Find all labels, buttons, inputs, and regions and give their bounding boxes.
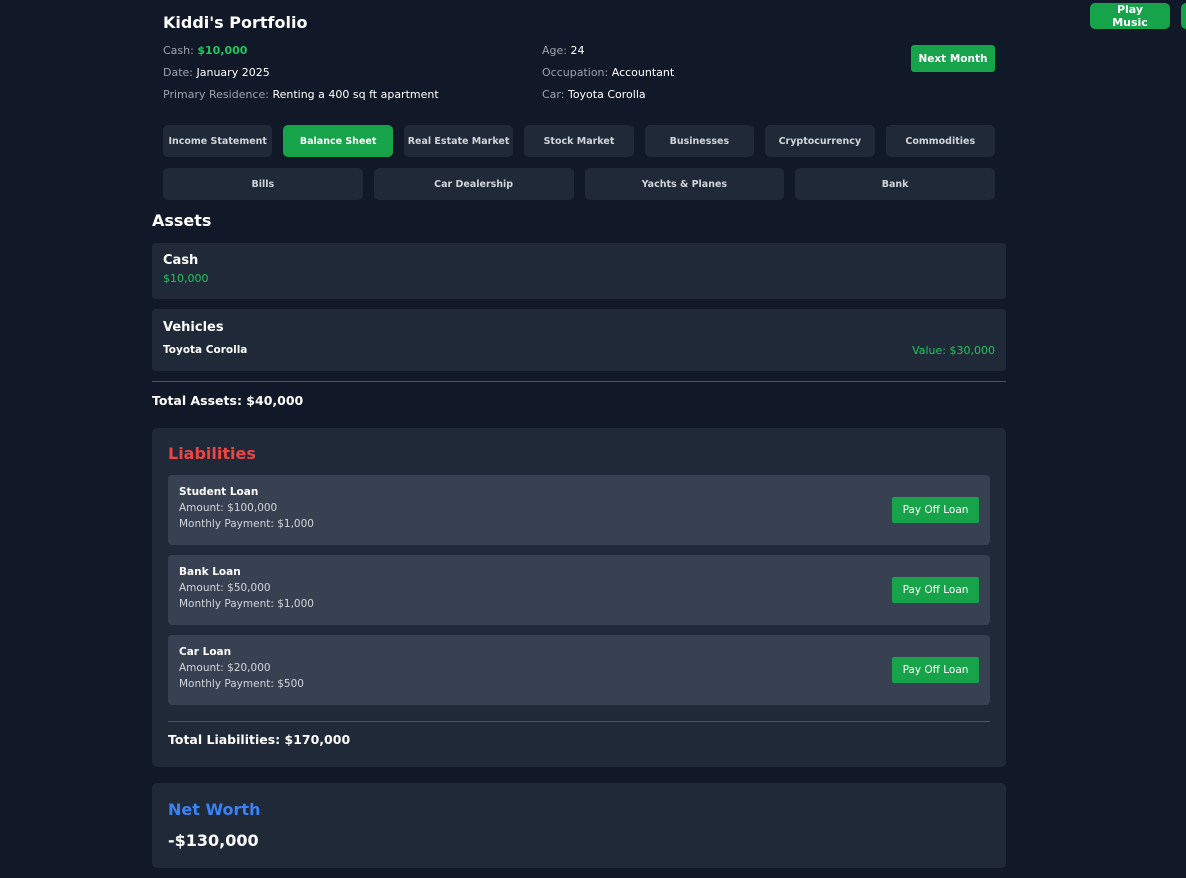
tab-income-statement[interactable]: Income Statement — [163, 125, 273, 157]
cash-card-title: Cash — [163, 253, 199, 268]
cash-card-value: $10,000 — [163, 272, 209, 285]
loan-item-car-loan: Car Loan Amount: $20,000 Monthly Payment: … — [168, 635, 990, 705]
residence-label: Primary Residence: — [163, 88, 269, 101]
loan-name: Student Loan — [179, 486, 259, 498]
loan-amount: Amount: $100,000 — [179, 502, 278, 514]
occupation-info: Occupation: Accountant — [542, 66, 674, 79]
date-label: Date: — [163, 66, 193, 79]
net-worth-value: -$130,000 — [168, 831, 259, 850]
tab-cryptocurrency[interactable]: Cryptocurrency — [765, 125, 875, 157]
date-value: January 2025 — [196, 66, 270, 79]
net-worth-card: Net Worth -$130,000 — [152, 783, 1006, 868]
cash-info: Cash: $10,000 — [163, 44, 247, 57]
vehicle-value: Value: $30,000 — [912, 344, 995, 357]
tab-bar-primary: Income Statement Balance Sheet Real Estate… — [163, 125, 995, 157]
loan-item-bank-loan: Bank Loan Amount: $50,000 Monthly Payment:… — [168, 555, 990, 625]
net-worth-title: Net Worth — [168, 800, 261, 819]
tab-businesses[interactable]: Businesses — [644, 125, 755, 157]
tab-commodities[interactable]: Commodities — [885, 125, 995, 157]
loan-monthly-payment: Monthly Payment: $500 — [179, 678, 304, 690]
pay-off-loan-button[interactable]: Pay Off Loan — [892, 577, 979, 603]
age-value: 24 — [570, 44, 585, 57]
total-assets: Total Assets: $40,000 — [152, 393, 304, 408]
loan-monthly-payment: Monthly Payment: $1,000 — [179, 598, 314, 610]
assets-title: Assets — [152, 211, 212, 230]
loan-amount: Amount: $50,000 — [179, 582, 271, 594]
date-info: Date: January 2025 — [163, 66, 270, 79]
pay-off-loan-button[interactable]: Pay Off Loan — [892, 497, 979, 523]
liabilities-divider — [168, 721, 990, 722]
occupation-value: Accountant — [611, 66, 675, 79]
vehicles-card: Vehicles Toyota Corolla Value: $30,000 — [152, 309, 1006, 371]
loan-monthly-payment: Monthly Payment: $1,000 — [179, 518, 314, 530]
tab-yachts-planes[interactable]: Yachts & Planes — [584, 168, 785, 200]
play-music-button[interactable]: Play Music — [1090, 3, 1170, 29]
cash-card: Cash $10,000 — [152, 243, 1006, 299]
residence-info: Primary Residence: Renting a 400 sq ft a… — [163, 88, 439, 101]
info-grid: Cash: $10,000 Date: January 2025 Primary… — [163, 36, 995, 116]
residence-value: Renting a 400 sq ft apartment — [272, 88, 439, 101]
loan-item-student-loan: Student Loan Amount: $100,000 Monthly Paym… — [168, 475, 990, 545]
liabilities-title: Liabilities — [168, 444, 256, 463]
loan-name: Bank Loan — [179, 566, 241, 578]
tab-balance-sheet[interactable]: Balance Sheet — [283, 125, 393, 157]
liabilities-card: Liabilities Student Loan Amount: $100,000… — [152, 428, 1006, 767]
partial-top-button[interactable] — [1181, 3, 1186, 29]
assets-divider — [152, 381, 1006, 382]
car-info: Car: Toyota Corolla — [542, 88, 646, 101]
page-title: Kiddi's Portfolio — [163, 13, 308, 32]
occupation-label: Occupation: — [542, 66, 609, 79]
car-value: Toyota Corolla — [567, 88, 646, 101]
tab-stock-market[interactable]: Stock Market — [524, 125, 634, 157]
pay-off-loan-button[interactable]: Pay Off Loan — [892, 657, 979, 683]
tab-bank[interactable]: Bank — [795, 168, 995, 200]
cash-value: $10,000 — [197, 44, 248, 57]
total-liabilities: Total Liabilities: $170,000 — [168, 732, 351, 747]
tab-bills[interactable]: Bills — [163, 168, 363, 200]
car-label: Car: — [542, 88, 565, 101]
tab-car-dealership[interactable]: Car Dealership — [373, 168, 574, 200]
age-label: Age: — [542, 44, 567, 57]
tab-real-estate-market[interactable]: Real Estate Market — [403, 125, 514, 157]
loan-name: Car Loan — [179, 646, 232, 658]
cash-label: Cash: — [163, 44, 194, 57]
age-info: Age: 24 — [542, 44, 584, 57]
vehicles-card-title: Vehicles — [163, 320, 224, 335]
portfolio-header: Kiddi's Portfolio Cash: $10,000 Date: Ja… — [163, 12, 995, 116]
next-month-button[interactable]: Next Month — [911, 45, 995, 72]
tab-bar-secondary: Bills Car Dealership Yachts & Planes Bank — [163, 168, 995, 200]
loan-amount: Amount: $20,000 — [179, 662, 271, 674]
vehicle-name: Toyota Corolla — [163, 344, 248, 356]
